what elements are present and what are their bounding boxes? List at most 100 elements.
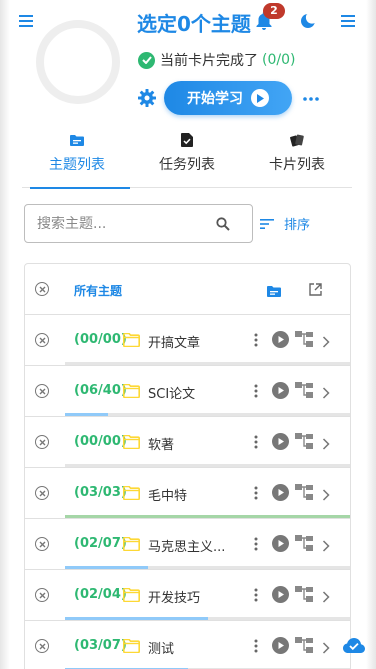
- menu-icon[interactable]: [14, 10, 38, 32]
- topic-count: (03/07): [74, 638, 127, 653]
- tab-topic-list[interactable]: 主题列表: [22, 128, 132, 189]
- tree-structure-icon[interactable]: [295, 535, 313, 555]
- tree-structure-icon[interactable]: [295, 433, 313, 453]
- tab-task-list[interactable]: 任务列表: [132, 128, 242, 188]
- status-row: 当前卡片完成了 (0/0): [138, 50, 295, 70]
- topic-row[interactable]: (02/04) 开发技巧: [25, 570, 350, 621]
- search-icon[interactable]: [216, 216, 230, 235]
- deselect-icon[interactable]: [35, 384, 49, 398]
- tree-structure-icon[interactable]: [295, 382, 313, 402]
- open-external-icon[interactable]: [309, 281, 322, 300]
- tab-label: 任务列表: [159, 157, 215, 173]
- tree-structure-icon[interactable]: [295, 637, 313, 657]
- chevron-right-icon[interactable]: [322, 537, 330, 556]
- progress-fill: [65, 515, 350, 518]
- chevron-right-icon[interactable]: [322, 435, 330, 454]
- start-learning-button[interactable]: 开始学习: [164, 81, 292, 115]
- folder-icon: [123, 383, 140, 402]
- status-count: (0/0): [262, 52, 296, 68]
- progress-fill: [65, 566, 148, 569]
- more-icon[interactable]: [300, 88, 322, 110]
- chevron-right-icon[interactable]: [322, 486, 330, 505]
- new-folder-icon[interactable]: [267, 282, 281, 301]
- topic-row[interactable]: (00/00) 软著: [25, 417, 350, 468]
- chevron-right-icon[interactable]: [322, 639, 330, 658]
- topic-name: 软著: [148, 438, 175, 453]
- row-more-icon[interactable]: [254, 383, 258, 402]
- topic-count: (02/07): [74, 536, 127, 551]
- row-more-icon[interactable]: [254, 536, 258, 555]
- folder-icon: [123, 587, 140, 606]
- play-icon: [251, 89, 269, 107]
- play-icon[interactable]: [272, 331, 289, 348]
- deselect-all-icon[interactable]: [35, 282, 49, 296]
- row-more-icon[interactable]: [254, 485, 258, 504]
- tab-bar: 主题列表 任务列表 卡片列表: [22, 128, 352, 189]
- folder-icon: [123, 536, 140, 555]
- topic-row[interactable]: (03/03) 毛中特: [25, 468, 350, 519]
- topic-count: (06/40): [74, 383, 127, 398]
- all-topics-label[interactable]: 所有主题: [74, 282, 122, 299]
- deselect-icon[interactable]: [35, 435, 49, 449]
- progress-bar: [65, 413, 350, 416]
- topic-row[interactable]: (00/00) 开搞文章: [25, 315, 350, 366]
- topic-row[interactable]: (02/07) 马克思主义...: [25, 519, 350, 570]
- topic-name: 开搞文章: [148, 336, 201, 351]
- topic-name: 开发技巧: [148, 591, 201, 606]
- progress-fill: [65, 413, 108, 416]
- moon-icon[interactable]: [296, 10, 320, 32]
- row-more-icon[interactable]: [254, 587, 258, 606]
- play-icon[interactable]: [272, 484, 289, 501]
- progress-bar: [65, 515, 350, 518]
- topic-count: (03/03): [74, 485, 127, 500]
- sort-button[interactable]: 排序: [260, 214, 310, 233]
- sort-icon: [260, 214, 274, 233]
- start-learning-label: 开始学习: [187, 91, 243, 107]
- topic-count: (00/00): [74, 332, 127, 347]
- chevron-right-icon[interactable]: [322, 333, 330, 352]
- deselect-icon[interactable]: [35, 588, 49, 602]
- deselect-icon[interactable]: [35, 486, 49, 500]
- search-input[interactable]: [37, 215, 207, 232]
- tree-structure-icon[interactable]: [295, 331, 313, 351]
- progress-ring: [36, 20, 120, 104]
- progress-bar: [65, 566, 350, 569]
- row-more-icon[interactable]: [254, 332, 258, 351]
- play-icon[interactable]: [272, 382, 289, 399]
- tree-structure-icon[interactable]: [295, 586, 313, 606]
- folder-icon: [123, 434, 140, 453]
- topic-count: (00/00): [74, 434, 127, 449]
- list-header: 所有主题: [25, 264, 350, 315]
- notification-badge: 2: [263, 3, 285, 19]
- right-shadow: [366, 0, 376, 669]
- tab-card-list[interactable]: 卡片列表: [242, 128, 352, 188]
- deselect-icon[interactable]: [35, 333, 49, 347]
- tab-label: 卡片列表: [269, 157, 325, 173]
- check-circle-icon: [138, 51, 155, 69]
- deselect-icon[interactable]: [35, 537, 49, 551]
- row-more-icon[interactable]: [254, 434, 258, 453]
- page-title: 选定0个主题: [137, 12, 251, 36]
- deselect-icon[interactable]: [35, 639, 49, 653]
- topic-row[interactable]: (03/07) 测试: [25, 621, 350, 669]
- menu-icon[interactable]: [336, 10, 360, 32]
- topic-name: 马克思主义...: [148, 540, 226, 555]
- tab-label: 主题列表: [49, 157, 105, 173]
- play-icon[interactable]: [272, 433, 289, 450]
- sort-label: 排序: [284, 218, 311, 233]
- chevron-right-icon[interactable]: [322, 384, 330, 403]
- search-box: [24, 204, 253, 243]
- folder-icon: [70, 132, 84, 148]
- progress-bar: [65, 362, 350, 365]
- cloud-done-icon[interactable]: [341, 634, 367, 656]
- play-icon[interactable]: [272, 586, 289, 603]
- tree-structure-icon[interactable]: [295, 484, 313, 504]
- row-more-icon[interactable]: [254, 638, 258, 657]
- chevron-right-icon[interactable]: [322, 588, 330, 607]
- play-icon[interactable]: [272, 637, 289, 654]
- play-icon[interactable]: [272, 535, 289, 552]
- topic-row[interactable]: (06/40) SCI论文: [25, 366, 350, 417]
- gear-icon[interactable]: [136, 87, 158, 109]
- topic-count: (02/04): [74, 587, 127, 602]
- topic-name: SCI论文: [148, 387, 196, 402]
